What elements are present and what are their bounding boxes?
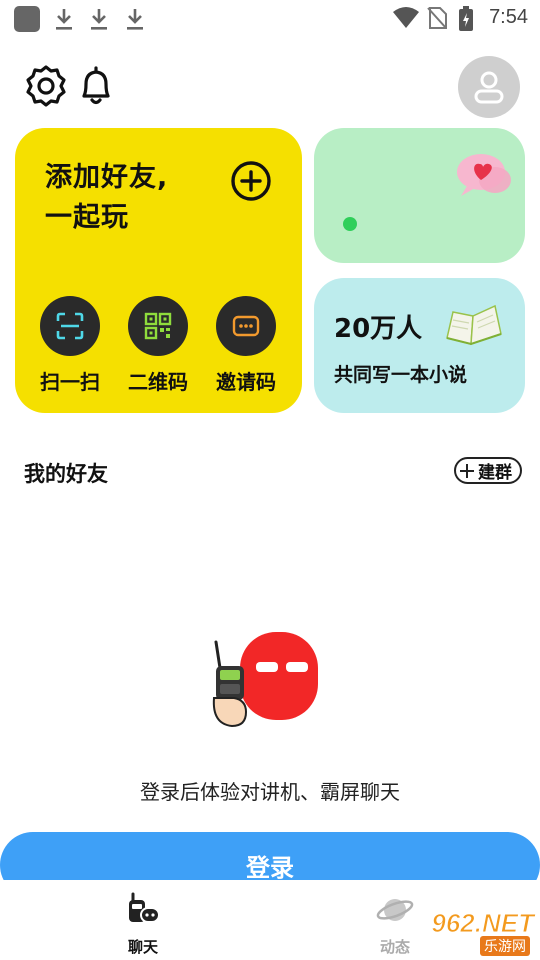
tab-chat-label: 聊天 [127, 938, 158, 956]
plus-icon [460, 463, 474, 478]
download-icon [56, 9, 72, 30]
add-friend-title-line1: 添加好友, [45, 162, 169, 193]
invite-code-icon [232, 315, 260, 337]
add-friend-plus-icon[interactable] [230, 160, 272, 202]
scan-button[interactable]: 扫一扫 [30, 296, 110, 395]
watermark-brand: 962.NET [431, 908, 535, 939]
walkie-talkie-icon [129, 892, 160, 923]
add-friend-title-line2: 一起玩 [45, 202, 129, 233]
bell-icon [82, 66, 110, 105]
battery-icon [459, 6, 473, 31]
invite-code-label: 邀请码 [216, 370, 276, 394]
friends-section-title: 我的好友 [24, 462, 108, 486]
watermark-sub: 乐游网 [480, 936, 530, 956]
no-sim-icon [427, 7, 447, 29]
invite-code-button[interactable]: 邀请码 [206, 296, 286, 395]
tab-chat[interactable]: 聊天 [103, 892, 183, 957]
scan-icon [56, 312, 84, 340]
user-icon [474, 71, 504, 104]
novel-card-title: 20万人 [334, 314, 423, 344]
create-group-label: 建群 [478, 463, 512, 483]
notification-button[interactable] [74, 64, 118, 108]
qrcode-icon [144, 312, 172, 340]
avatar[interactable] [458, 56, 520, 118]
watermark-logo: 962.NET 乐游网 [404, 908, 534, 956]
online-dot [343, 217, 357, 231]
walkie-talkie-mascot-illustration [212, 632, 318, 728]
download-icon [91, 9, 107, 30]
scan-label: 扫一扫 [40, 370, 100, 394]
settings-button[interactable] [24, 64, 68, 108]
green-feature-card[interactable] [314, 128, 525, 263]
qrcode-label: 二维码 [128, 370, 188, 394]
empty-state-message: 登录后体验对讲机、霸屏聊天 [140, 780, 400, 804]
add-friend-title: 添加好友, 一起玩 [45, 158, 168, 238]
qrcode-button[interactable]: 二维码 [118, 296, 198, 395]
novel-card-subtitle: 共同写一本小说 [334, 364, 468, 386]
status-bar: 7:54 [0, 0, 540, 36]
book-icon [446, 304, 502, 346]
novel-card[interactable]: 20万人 共同写一本小说 [314, 278, 525, 413]
add-friend-card[interactable]: 添加好友, 一起玩 扫一扫 二维码 邀请码 [15, 128, 302, 413]
create-group-button[interactable]: 建群 [454, 457, 522, 484]
heart-bubble-icon [457, 154, 511, 196]
gear-icon [26, 65, 66, 107]
status-time: 7:54 [489, 6, 528, 28]
download-icon [127, 9, 143, 30]
wifi-icon [393, 7, 419, 28]
app-notification-icon [14, 6, 40, 32]
